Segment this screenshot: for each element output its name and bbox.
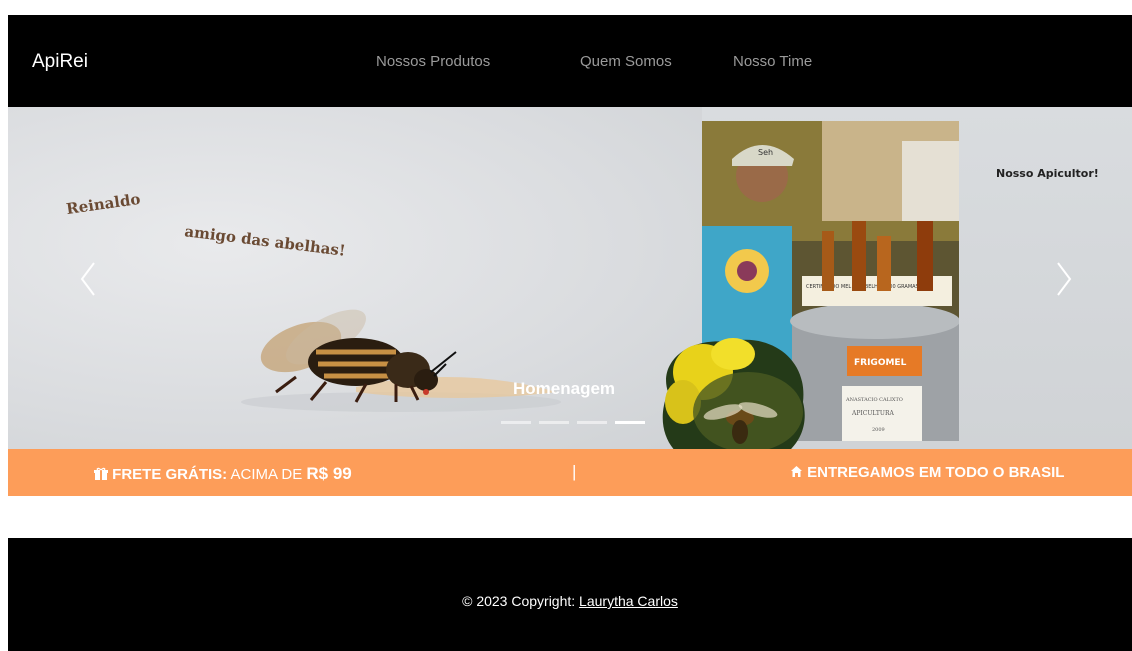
hero-carousel: Reinaldo amigo das abelhas! Nosso Apicul… xyxy=(8,107,1132,449)
svg-text:ANASTACIO CALIXTO: ANASTACIO CALIXTO xyxy=(845,397,903,403)
delivery-promo: ENTREGAMOS EM TODO O BRASIL xyxy=(790,464,1064,481)
carousel-indicator-2[interactable] xyxy=(539,421,569,424)
bee-image xyxy=(241,309,561,412)
brand-logo[interactable]: ApiRei xyxy=(32,51,88,73)
svg-text:2009: 2009 xyxy=(872,427,885,433)
chevron-right-icon xyxy=(1057,262,1072,296)
chevron-left-icon xyxy=(80,262,95,296)
author-link[interactable]: Laurytha Carlos xyxy=(579,593,678,609)
footer: © 2023 Copyright: Laurytha Carlos xyxy=(8,538,1132,651)
gift-icon xyxy=(94,467,108,480)
free-shipping-text: ACIMA DE xyxy=(227,466,307,483)
page-frame: ApiRei Nossos Produtos Quem Somos Nosso … xyxy=(8,15,1132,651)
carousel-caption: Homenagem xyxy=(513,379,616,398)
slide-apicultor-text: Nosso Apicultor! xyxy=(996,167,1099,180)
nav-link-quem-somos[interactable]: Quem Somos xyxy=(580,53,672,70)
flower-bee-image xyxy=(662,338,805,449)
nav-link-nosso-time[interactable]: Nosso Time xyxy=(733,53,812,70)
nav-link-nossos-produtos[interactable]: Nossos Produtos xyxy=(376,53,490,70)
carousel-indicator-1[interactable] xyxy=(501,421,531,424)
free-shipping-amount: R$ 99 xyxy=(306,464,352,483)
delivery-promo-text: ENTREGAMOS EM TODO O BRASIL xyxy=(807,464,1065,481)
house-icon xyxy=(791,466,802,477)
svg-text:FRIGOMEL: FRIGOMEL xyxy=(854,358,907,368)
free-shipping-label: FRETE GRÁTIS: xyxy=(112,466,228,483)
carousel-prev-button[interactable] xyxy=(74,257,104,301)
carousel-next-button[interactable] xyxy=(1048,257,1078,301)
free-shipping-promo: FRETE GRÁTIS: ACIMA DE R$ 99 xyxy=(94,464,352,484)
copyright-text: © 2023 Copyright: xyxy=(462,593,580,609)
navbar: ApiRei Nossos Produtos Quem Somos Nosso … xyxy=(8,15,1132,107)
carousel-indicator-4[interactable] xyxy=(615,421,645,424)
promo-bar: FRETE GRÁTIS: ACIMA DE R$ 99 | ENTREGAMO… xyxy=(8,449,1132,496)
svg-text:Seh: Seh xyxy=(758,148,773,157)
footer-copyright: © 2023 Copyright: Laurytha Carlos xyxy=(8,593,1132,609)
promo-separator: | xyxy=(572,462,577,481)
svg-text:APICULTURA: APICULTURA xyxy=(851,410,894,417)
carousel-indicator-3[interactable] xyxy=(577,421,607,424)
